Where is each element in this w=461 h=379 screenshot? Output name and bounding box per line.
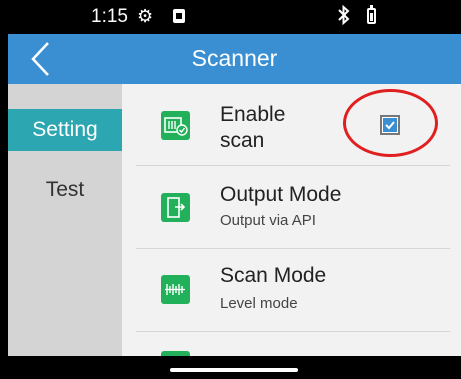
scan-mode-value: Level mode (220, 295, 298, 312)
enable-scan-label-line1: Enable (220, 103, 286, 126)
highlight-circle (343, 89, 438, 157)
scan-mode-icon (161, 275, 190, 304)
status-bar: 1:15 ⚙ (0, 0, 461, 34)
status-time: 1:15 (91, 6, 128, 27)
gear-icon: ⚙ (137, 6, 154, 26)
app-bar: Scanner (8, 34, 461, 84)
output-mode-value: Output via API (220, 212, 316, 229)
enable-scan-row[interactable]: Enable scan (122, 84, 461, 164)
list-item[interactable] (122, 332, 461, 356)
sidebar-item-test[interactable]: Test (8, 169, 122, 211)
output-mode-row[interactable]: Output Mode Output via API (122, 166, 461, 248)
scan-enable-icon (161, 111, 190, 140)
enable-scan-label-line2: scan (220, 129, 265, 152)
main-content: Setting Test Enable scan Output Mode Out… (8, 84, 461, 356)
settings-list: Enable scan Output Mode Output via API S… (122, 84, 461, 356)
navigation-bar (0, 356, 461, 379)
home-gesture-handle[interactable] (170, 368, 298, 372)
scan-mode-label: Scan Mode (220, 264, 327, 287)
output-mode-label: Output Mode (220, 183, 342, 206)
sdcard-icon (173, 9, 185, 23)
page-title: Scanner (191, 45, 278, 71)
battery-icon (367, 5, 376, 24)
bluetooth-icon (337, 4, 351, 30)
output-mode-icon (161, 193, 190, 222)
scan-mode-row[interactable]: Scan Mode Level mode (122, 249, 461, 331)
sidebar-item-setting[interactable]: Setting (8, 109, 122, 151)
sidebar: Setting Test (8, 84, 122, 356)
